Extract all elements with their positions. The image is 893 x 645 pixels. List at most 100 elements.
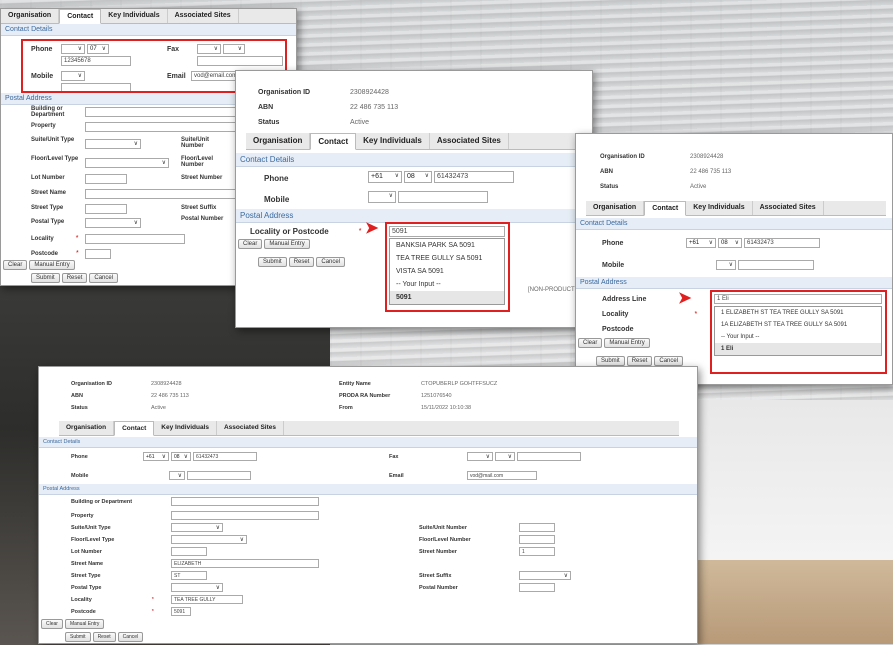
suite-type-select[interactable] xyxy=(85,139,141,149)
mobile-country-select[interactable] xyxy=(368,191,396,203)
tab-associated-sites[interactable]: Associated Sites xyxy=(753,201,824,215)
phone-number-input[interactable]: 61432473 xyxy=(744,238,820,248)
floor-type-select[interactable] xyxy=(85,158,169,168)
reset-button[interactable]: Reset xyxy=(626,356,653,366)
street-name-input[interactable]: ELIZABETH xyxy=(171,559,319,568)
mobile-country-select[interactable] xyxy=(169,471,185,481)
tab-associated-sites[interactable]: Associated Sites xyxy=(168,9,239,23)
postal-number-label: Postal Number xyxy=(419,585,458,591)
section-postal-address: Postal Address xyxy=(236,209,592,223)
phone-area-select[interactable]: 08 xyxy=(171,452,191,462)
postcode-input[interactable]: 5091 xyxy=(171,607,191,616)
locality-search-input[interactable]: 5091 xyxy=(389,226,505,237)
tab-organisation[interactable]: Organisation xyxy=(586,201,645,215)
postal-number-label: Postal Number xyxy=(181,216,224,222)
clear-button[interactable]: Clear xyxy=(238,239,263,249)
property-label: Property xyxy=(71,513,94,519)
suggestion-item-selected[interactable]: 1 Eli xyxy=(715,343,881,355)
tab-organisation[interactable]: Organisation xyxy=(246,133,311,149)
cancel-button[interactable]: Cancel xyxy=(89,273,119,283)
fax-area-select[interactable] xyxy=(495,452,515,462)
lot-number-input[interactable] xyxy=(171,547,207,556)
fax-country-select[interactable] xyxy=(467,452,493,462)
postal-number-input[interactable] xyxy=(519,583,555,592)
phone-country-select[interactable]: +61 xyxy=(686,238,716,248)
suggestion-item[interactable]: BANKSIA PARK SA 5091 xyxy=(390,239,504,252)
property-input[interactable] xyxy=(171,511,319,520)
address-line-input[interactable]: 1 Eli xyxy=(714,294,882,304)
submit-button[interactable]: Submit xyxy=(596,356,625,366)
suggestion-item[interactable]: 1 ELIZABETH ST TEA TREE GULLY SA 5091 xyxy=(715,307,881,319)
floor-type-label: Floor/Level Type xyxy=(31,156,79,162)
suggestion-item[interactable]: TEA TREE GULLY SA 5091 xyxy=(390,252,504,265)
clear-button[interactable]: Clear xyxy=(41,619,63,629)
phone-area-select[interactable]: 08 xyxy=(718,238,742,248)
tab-associated-sites[interactable]: Associated Sites xyxy=(217,421,285,435)
postal-type-select[interactable] xyxy=(171,583,223,593)
tab-organisation[interactable]: Organisation xyxy=(1,9,60,23)
mobile-label: Mobile xyxy=(602,262,625,269)
suggestion-item[interactable]: VISTA SA 5091 xyxy=(390,265,504,278)
street-type-input[interactable] xyxy=(85,204,127,214)
phone-number-input[interactable]: 61432473 xyxy=(193,452,257,461)
suite-number-input[interactable] xyxy=(519,523,555,532)
tab-organisation[interactable]: Organisation xyxy=(59,421,115,435)
locality-input[interactable] xyxy=(85,234,185,244)
street-number-input[interactable]: 1 xyxy=(519,547,555,556)
abn-label: ABN xyxy=(71,393,83,399)
cancel-button[interactable]: Cancel xyxy=(654,356,684,366)
tab-contact[interactable]: Contact xyxy=(310,133,357,150)
manual-entry-button[interactable]: Manual Entry xyxy=(604,338,650,348)
email-input[interactable]: vod@mail.com xyxy=(467,471,537,480)
tab-key-individuals[interactable]: Key Individuals xyxy=(154,421,217,435)
locality-input[interactable]: TEA TREE GULLY xyxy=(171,595,243,604)
street-number-label: Street Number xyxy=(419,549,457,555)
street-suffix-select[interactable] xyxy=(519,571,571,581)
status-label: Status xyxy=(600,184,619,190)
status-value: Active xyxy=(690,184,707,190)
tab-contact[interactable]: Contact xyxy=(644,201,687,216)
tab-key-individuals[interactable]: Key Individuals xyxy=(356,133,430,149)
suite-type-label: Suite/Unit Type xyxy=(31,137,75,143)
tab-key-individuals[interactable]: Key Individuals xyxy=(686,201,753,215)
suggestion-item-selected[interactable]: 5091 xyxy=(390,291,504,304)
phone-area-select[interactable]: 08 xyxy=(404,171,432,183)
manual-entry-button[interactable]: Manual Entry xyxy=(264,239,310,249)
abn-value: 22 486 735 113 xyxy=(151,393,189,399)
floor-type-select[interactable] xyxy=(171,535,247,545)
clear-button[interactable]: Clear xyxy=(3,260,28,270)
reset-button[interactable]: Reset xyxy=(92,632,116,642)
street-type-input[interactable]: ST xyxy=(171,571,207,580)
cancel-button[interactable]: Cancel xyxy=(316,257,346,267)
floor-number-input[interactable] xyxy=(519,535,555,544)
postal-type-select[interactable] xyxy=(85,218,141,228)
mobile-number-input[interactable] xyxy=(398,191,488,203)
reset-button[interactable]: Reset xyxy=(288,257,315,267)
building-input[interactable] xyxy=(171,497,319,506)
mobile-number-input[interactable] xyxy=(187,471,251,480)
mobile-country-select[interactable] xyxy=(716,260,736,270)
tab-associated-sites[interactable]: Associated Sites xyxy=(430,133,509,149)
manual-entry-button[interactable]: Manual Entry xyxy=(64,619,105,629)
mobile-number-input[interactable] xyxy=(738,260,814,270)
lot-number-input[interactable] xyxy=(85,174,127,184)
phone-number-input[interactable]: 61432473 xyxy=(434,171,514,183)
postcode-input[interactable] xyxy=(85,249,111,259)
phone-country-select[interactable]: +61 xyxy=(368,171,402,183)
tab-key-individuals[interactable]: Key Individuals xyxy=(101,9,168,23)
environment-note: [NON-PRODUCT xyxy=(528,287,575,293)
submit-button[interactable]: Submit xyxy=(31,273,60,283)
submit-button[interactable]: Submit xyxy=(258,257,287,267)
phone-country-select[interactable]: +61 xyxy=(143,452,169,462)
reset-button[interactable]: Reset xyxy=(61,273,88,283)
suite-type-select[interactable] xyxy=(171,523,223,533)
tab-contact[interactable]: Contact xyxy=(59,9,102,24)
suggestion-item[interactable]: 1A ELIZABETH ST TEA TREE GULLY SA 5091 xyxy=(715,319,881,331)
tab-contact[interactable]: Contact xyxy=(114,421,155,436)
submit-button[interactable]: Submit xyxy=(65,632,91,642)
mobile-label: Mobile xyxy=(264,195,290,204)
fax-number-input[interactable] xyxy=(517,452,581,461)
cancel-button[interactable]: Cancel xyxy=(117,632,144,642)
clear-button[interactable]: Clear xyxy=(578,338,603,348)
manual-entry-button[interactable]: Manual Entry xyxy=(29,260,75,270)
